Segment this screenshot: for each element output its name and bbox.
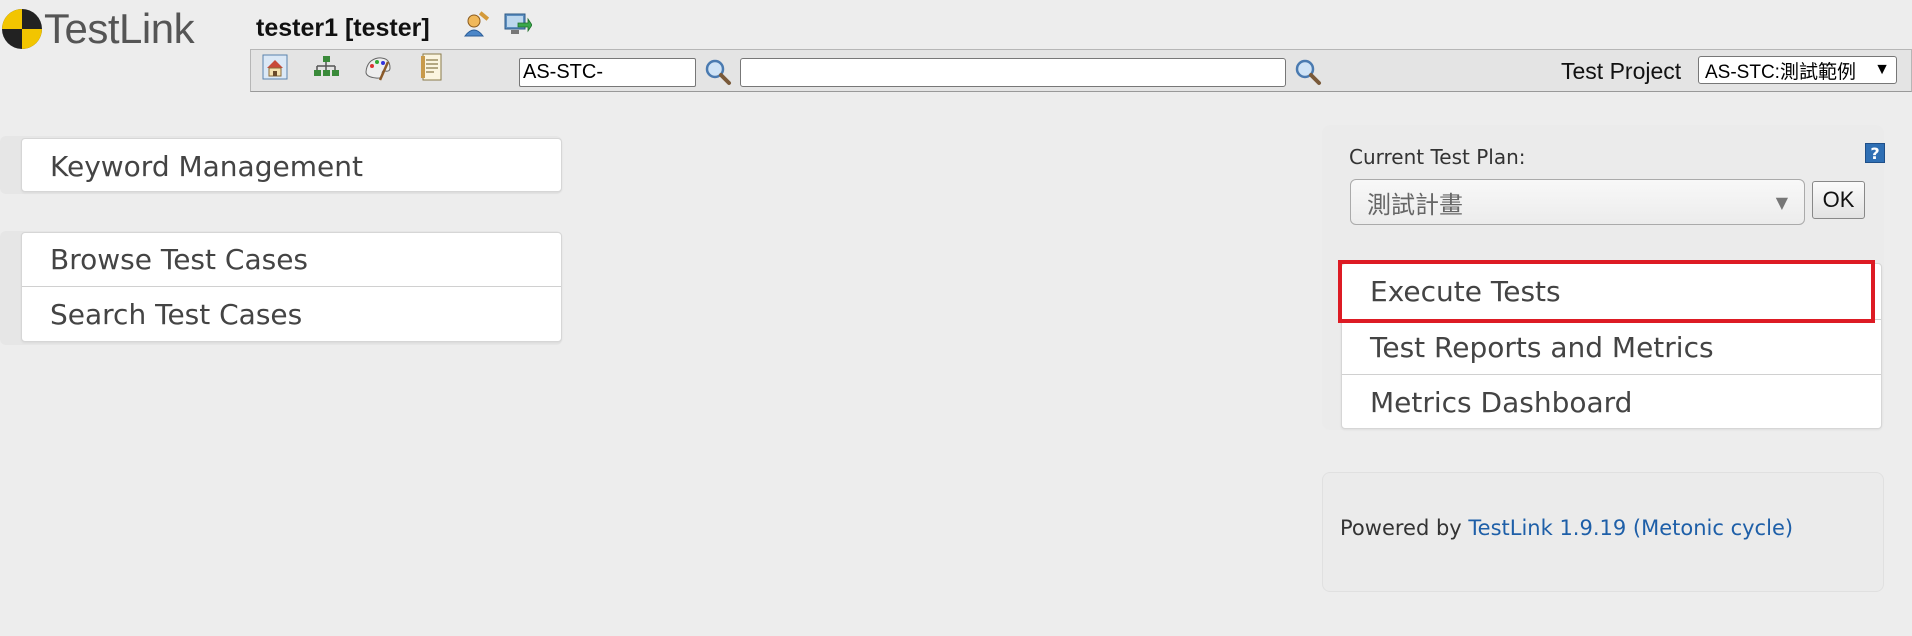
current-test-plan-label: Current Test Plan: — [1349, 145, 1526, 169]
home-icon[interactable] — [260, 52, 290, 82]
test-project-select[interactable]: AS-STC:測試範例 ▼ — [1698, 56, 1897, 84]
testcase-menu-card: Browse Test Cases Search Test Cases — [21, 232, 562, 342]
powered-by-text: Powered by TestLink 1.9.19 (Metonic cycl… — [1340, 516, 1793, 540]
testcase-id-input[interactable]: AS-STC- — [519, 58, 696, 87]
test-project-label: Test Project — [1561, 58, 1682, 84]
chevron-down-icon: ▼ — [1874, 61, 1890, 78]
logo-text: TestLink — [44, 5, 195, 52]
test-plan-selected: 測試計畫 — [1367, 190, 1463, 219]
logout-icon[interactable] — [502, 10, 533, 40]
test-project-selected: AS-STC:測試範例 — [1705, 61, 1856, 83]
current-user: tester1 [tester] — [256, 14, 430, 42]
requirements-icon[interactable] — [417, 52, 447, 82]
user-profile-icon[interactable] — [462, 10, 492, 40]
execute-tests-highlight — [1338, 260, 1875, 323]
menu-metrics-dashboard[interactable]: Metrics Dashboard — [1342, 375, 1881, 430]
keyword-menu-card: Keyword Management — [21, 138, 562, 192]
search-icon[interactable] — [1293, 57, 1323, 87]
search-testcase-id-icon[interactable] — [703, 57, 733, 87]
testcase-search-input[interactable] — [740, 58, 1286, 87]
testlink-version-link[interactable]: TestLink 1.9.19 (Metonic cycle) — [1468, 516, 1793, 540]
menu-search-test-cases[interactable]: Search Test Cases — [22, 287, 561, 341]
powered-by-label: Powered by — [1340, 516, 1462, 540]
menu-browse-test-cases[interactable]: Browse Test Cases — [22, 233, 561, 287]
project-tree-icon[interactable] — [311, 52, 341, 82]
test-specification-icon[interactable] — [363, 52, 393, 82]
test-plan-select[interactable]: 測試計畫 ▼ — [1350, 179, 1805, 225]
testlink-logo[interactable]: TestLink — [0, 4, 215, 54]
help-icon[interactable]: ? — [1865, 143, 1885, 163]
logo-mark-icon — [2, 9, 42, 49]
chevron-down-icon: ▼ — [1775, 192, 1788, 212]
ok-button[interactable]: OK — [1812, 181, 1865, 219]
menu-test-reports-and-metrics[interactable]: Test Reports and Metrics — [1342, 320, 1881, 375]
menu-keyword-management[interactable]: Keyword Management — [22, 139, 561, 193]
